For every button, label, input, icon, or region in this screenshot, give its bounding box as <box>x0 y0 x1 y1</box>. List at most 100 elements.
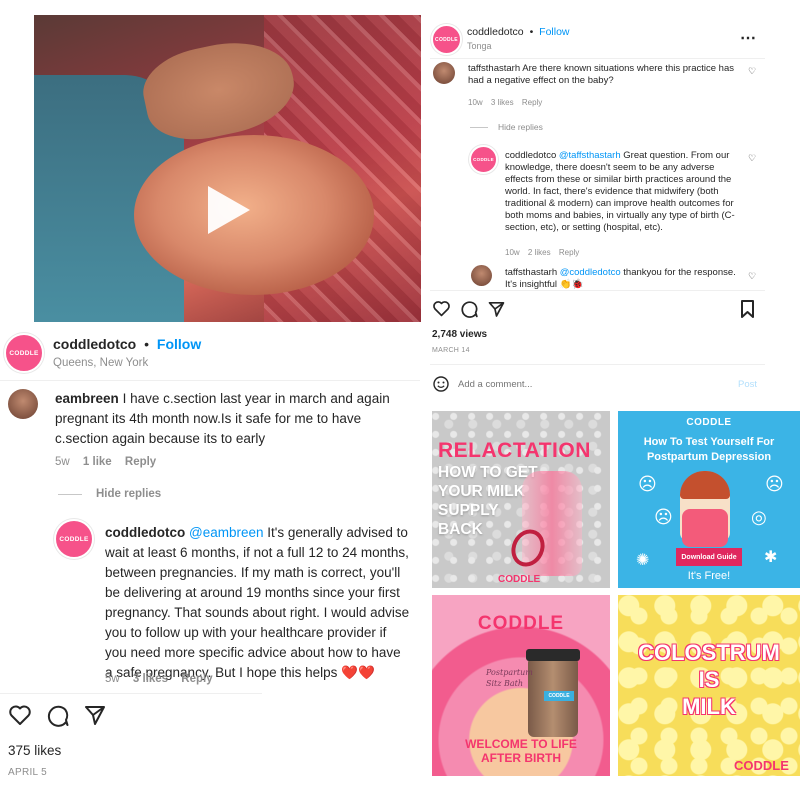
reply-age: 5w <box>105 673 120 685</box>
hide-replies-line <box>58 494 82 495</box>
right-comment-meta: 10w 3 likes Reply <box>468 98 542 107</box>
reply-likes[interactable]: 3 likes <box>133 673 168 685</box>
avatar[interactable]: CODDLE <box>4 333 44 373</box>
hide-replies-button[interactable]: Hide replies <box>96 488 161 500</box>
play-icon[interactable] <box>208 186 250 234</box>
tile4-line1: COLOSTRUM <box>638 640 780 665</box>
reply-mention[interactable]: @eambreen <box>189 525 264 540</box>
reply-avatar[interactable]: CODDLE <box>54 519 94 559</box>
grid-tile-relactation[interactable]: RELACTATION HOW TO GET YOUR MILK SUPPLY … <box>432 411 610 588</box>
reply-avatar-logo-text: CODDLE <box>59 535 89 543</box>
right-reply2-avatar[interactable] <box>471 265 492 286</box>
tile3-product-line1: Postpartum <box>486 668 533 677</box>
right-post-location[interactable]: Tonga <box>467 41 492 51</box>
commenter-avatar[interactable] <box>8 389 38 419</box>
clap-emoji: 👏🐞 <box>559 279 584 289</box>
right-reply-mention[interactable]: @taffsthastarh <box>559 150 621 161</box>
tile2-title-line2: Postpartum Depression <box>646 451 772 463</box>
reply2-like-heart-icon[interactable]: ♡ <box>748 271 756 282</box>
right-reply-age: 10w <box>505 248 520 257</box>
right-hide-replies-line <box>470 127 488 128</box>
right-comment-age: 10w <box>468 98 483 107</box>
right-reply-avatar-logo-text: CODDLE <box>473 157 494 162</box>
right-post-date: MARCH 14 <box>432 347 470 354</box>
grid-tile-colostrum[interactable]: COLOSTRUM IS MILK CODDLE <box>618 595 800 776</box>
worried-face-icon: ☹ <box>765 474 784 494</box>
tile4-title: COLOSTRUM IS MILK <box>618 639 800 720</box>
right-follow-button[interactable]: Follow <box>539 26 569 38</box>
mother-shirt-illustration <box>682 509 728 547</box>
sad-face-icon: ☹ <box>638 474 657 494</box>
video-frame-belly <box>134 135 374 295</box>
add-comment-divider <box>430 364 765 365</box>
right-like-icon[interactable] <box>432 300 451 317</box>
right-reply2-text-block: taffsthastarh @coddledotco thankyou for … <box>505 267 743 289</box>
right-reply-button[interactable]: Reply <box>522 98 542 107</box>
comment-age: 5w <box>55 456 70 468</box>
comment-like-heart-icon[interactable]: ♡ <box>748 66 756 77</box>
reply-like-heart-icon[interactable]: ♡ <box>748 153 756 164</box>
right-post-username[interactable]: coddledotco <box>467 26 524 38</box>
share-icon[interactable] <box>84 705 106 725</box>
brain-icon: ✺ <box>636 552 650 569</box>
bookmark-icon[interactable] <box>740 300 755 318</box>
reply-reply-button[interactable]: Reply <box>181 673 212 685</box>
post-date: APRIL 5 <box>8 767 47 778</box>
right-hide-replies-button[interactable]: Hide replies <box>498 122 543 132</box>
head-icon: ◎ <box>751 507 767 527</box>
view-count[interactable]: 2,748 views <box>432 329 487 340</box>
follow-button[interactable]: Follow <box>157 336 201 352</box>
right-commenter-avatar[interactable] <box>433 62 455 84</box>
heart-emoji: ❤️❤️ <box>341 665 375 680</box>
tile3-brand: CODDLE <box>477 613 565 634</box>
right-reply-username[interactable]: coddledotco <box>505 150 556 161</box>
stress-icon: ✱ <box>764 549 778 566</box>
upset-face-icon: ☹ <box>654 507 673 527</box>
like-icon[interactable] <box>8 704 32 726</box>
header-divider <box>0 380 420 381</box>
right-reply-avatar[interactable]: CODDLE <box>469 145 498 174</box>
right-reply-text-block: coddledotco @taffsthastarh Great questio… <box>505 150 743 234</box>
grid-tile-postpartum-guide[interactable]: CODDLE How To Test Yourself For Postpart… <box>618 411 800 588</box>
right-comment-username[interactable]: taffsthastarh <box>468 63 520 74</box>
reply-username[interactable]: coddledotco <box>105 525 185 540</box>
reply-meta: 5w 3 likes Reply <box>105 673 213 685</box>
download-guide-button[interactable]: Download Guide <box>676 548 742 566</box>
right-reply-reply-button[interactable]: Reply <box>559 248 579 257</box>
right-reply-likes[interactable]: 2 likes <box>528 248 551 257</box>
more-options-icon[interactable]: ⋯ <box>740 28 756 48</box>
post-location[interactable]: Queens, New York <box>53 357 148 369</box>
reply-button[interactable]: Reply <box>125 456 156 468</box>
comment-meta: 5w 1 like Reply <box>55 456 156 468</box>
right-reply2-mention[interactable]: @coddledotco <box>560 267 621 278</box>
right-comment-likes[interactable]: 3 likes <box>491 98 514 107</box>
right-separator-dot: • <box>529 26 534 38</box>
post-username[interactable]: coddledotco <box>53 336 136 352</box>
tile3-product-line2: Sitz Bath <box>486 679 524 688</box>
add-comment-input[interactable] <box>458 376 718 392</box>
grid-tile-sitz-bath[interactable]: CODDLE CODDLE Postpartum Sitz Bath WELCO… <box>432 595 610 776</box>
tile2-title: How To Test Yourself For Postpartum Depr… <box>618 435 800 465</box>
comment-username[interactable]: eambreen <box>55 391 119 406</box>
tile2-footer: It's Free! <box>687 570 731 582</box>
tile1-title: RELACTATION <box>438 439 591 462</box>
post-video[interactable] <box>34 15 421 322</box>
separator-dot: • <box>144 336 150 352</box>
right-actions-divider <box>430 290 765 291</box>
post-comment-button[interactable]: Post <box>738 379 757 390</box>
tile1-brand: CODDLE <box>498 574 541 585</box>
right-avatar-logo-text: CODDLE <box>435 36 458 43</box>
comment-likes[interactable]: 1 like <box>83 456 112 468</box>
comment-icon[interactable] <box>46 704 69 727</box>
like-count[interactable]: 375 likes <box>8 743 61 758</box>
tile3-footer: WELCOME TO LIFE AFTER BIRTH <box>432 737 610 765</box>
avatar-logo-text: CODDLE <box>9 349 39 357</box>
right-comment-icon[interactable] <box>460 300 478 318</box>
emoji-icon[interactable] <box>433 376 449 392</box>
right-avatar[interactable]: CODDLE <box>431 24 462 55</box>
right-share-icon[interactable] <box>488 301 505 317</box>
right-reply2-username[interactable]: taffsthastarh <box>505 267 557 278</box>
tile3-footer-line2: AFTER BIRTH <box>481 751 561 765</box>
jar-label: CODDLE <box>544 691 574 701</box>
reply-body: It's generally advised to wait at least … <box>105 525 410 680</box>
